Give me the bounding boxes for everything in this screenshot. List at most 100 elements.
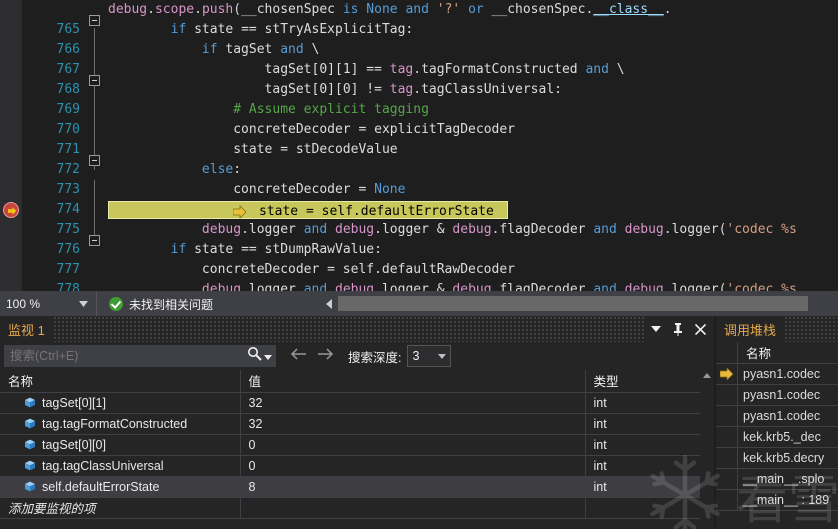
watch-name-cell[interactable]: tag.tagClassUniversal (0, 455, 241, 477)
breakpoint-icon[interactable] (3, 202, 19, 218)
table-row[interactable]: tag.tagFormatConstructed 32 int (0, 413, 715, 435)
line-text: debug.logger and debug.logger & debug.fl… (201, 282, 797, 291)
titlebar-drag-dots[interactable] (784, 316, 838, 342)
watch-add-row[interactable]: 添加要监视的项 (0, 497, 715, 519)
code-line[interactable]: 766 if state == stTryAsExplicitTag: (0, 20, 838, 57)
watch-table-header-row: 名称 值 类型 (0, 370, 715, 393)
search-input[interactable] (4, 349, 247, 363)
watch-value-cell[interactable]: 32 (240, 392, 586, 414)
zoom-level[interactable]: 100 % (0, 297, 70, 311)
watch-vertical-scrollbar[interactable] (700, 368, 714, 529)
call-stack-titlebar[interactable]: 调用堆栈 (716, 316, 838, 342)
watch-add-value-cell[interactable] (240, 497, 586, 519)
call-stack-row[interactable]: pyasn1.codec (716, 363, 838, 385)
code-line[interactable]: 767 if tagSet and \ (0, 40, 838, 77)
zoom-dropdown-button[interactable] (70, 292, 96, 317)
watch-item-icon (25, 439, 35, 450)
check-circle-icon (109, 297, 123, 311)
search-next-button[interactable] (317, 347, 334, 365)
watch-item-icon (25, 481, 35, 492)
call-stack-col-name[interactable]: 名称 (738, 343, 771, 362)
call-stack-row[interactable]: __main__.splo (716, 468, 838, 490)
watch-panel-buttons (646, 319, 714, 339)
search-depth-value: 3 (412, 349, 420, 363)
call-stack-title: 调用堆栈 (724, 322, 777, 338)
line-text: if tagSet and \ (201, 42, 320, 57)
line-text: state = self.defaultErrorState (259, 204, 494, 219)
line-text: debug.logger and debug.logger & debug.fl… (201, 222, 797, 237)
watch-value-cell[interactable]: 8 (240, 476, 586, 498)
code-line-current[interactable]: 775 state = self.defaultErrorState (0, 200, 838, 237)
line-text: if state == stDumpRawValue: (170, 242, 382, 257)
code-line[interactable]: 777 if state == stDumpRawValue: (0, 240, 838, 277)
watch-col-type[interactable]: 类型 (585, 370, 715, 393)
watch-name-text: tagSet[0][0] (42, 437, 106, 452)
watch-close-button[interactable] (690, 319, 710, 339)
scroll-up-button[interactable] (700, 368, 714, 382)
call-stack-row[interactable]: kek.krb5._dec (716, 426, 838, 448)
watch-name-cell[interactable]: tag.tagFormatConstructed (0, 413, 241, 435)
code-line[interactable]: 765 debug.scope.push(__chosenSpec is Non… (0, 0, 838, 37)
chevron-down-icon (651, 326, 661, 332)
search-depth-label: 搜索深度: (348, 350, 402, 365)
watch-panel-title: 监视 1 (8, 322, 45, 338)
code-editor[interactable]: 765 debug.scope.push(__chosenSpec is Non… (0, 0, 838, 291)
code-line[interactable]: 774 concreteDecoder = None (0, 180, 838, 217)
search-input-wrapper[interactable] (4, 345, 276, 367)
call-stack-frame-text: kek.krb5.decry (743, 451, 825, 465)
watch-col-value[interactable]: 值 (240, 370, 586, 393)
search-options-button[interactable] (264, 347, 272, 365)
search-button[interactable] (247, 346, 262, 366)
line-text: state = stDecodeValue (233, 142, 398, 157)
watch-col-name[interactable]: 名称 (0, 370, 241, 393)
call-stack-frame-marker (716, 489, 738, 511)
call-stack-row[interactable]: kek.krb5.decry (716, 447, 838, 469)
code-line[interactable]: 769 tagSet[0][0] != tag.tagClassUniversa… (0, 80, 838, 117)
breakpoint-current-arrow-icon (8, 207, 17, 215)
watch-name-cell[interactable]: tagSet[0][0] (0, 434, 241, 456)
code-line[interactable]: 776 debug.logger and debug.logger & debu… (0, 220, 838, 257)
code-line[interactable]: 768 tagSet[0][1] == tag.tagFormatConstru… (0, 60, 838, 97)
watch-dropdown-button[interactable] (646, 319, 666, 339)
line-text: concreteDecoder = None (233, 182, 406, 197)
watch-value-cell[interactable]: 0 (240, 434, 586, 456)
editor-horizontal-scrollbar[interactable] (320, 295, 830, 312)
table-row[interactable]: tag.tagClassUniversal 0 int (0, 455, 715, 477)
scroll-thumb[interactable] (338, 296, 808, 311)
watch-type-cell: int (585, 455, 715, 477)
titlebar-drag-dots[interactable] (52, 316, 646, 342)
watch-panel-titlebar[interactable]: 监视 1 (0, 316, 714, 342)
watch-add-placeholder[interactable]: 添加要监视的项 (0, 497, 241, 519)
watch-type-cell: int (585, 434, 715, 456)
watch-pin-button[interactable] (668, 319, 688, 339)
call-stack-row[interactable]: __main__ : 189 (716, 489, 838, 511)
scroll-left-button[interactable] (320, 295, 337, 312)
table-row[interactable]: tagSet[0][1] 32 int (0, 392, 715, 414)
code-line[interactable]: 771 concreteDecoder = explicitTagDecoder (0, 120, 838, 157)
code-line[interactable]: 770 # Assume explicit tagging (0, 100, 838, 137)
watch-name-cell[interactable]: self.defaultErrorState (0, 476, 241, 498)
code-line[interactable]: 773 else: (0, 160, 838, 197)
call-stack-frame-text: kek.krb5._dec (743, 430, 821, 444)
code-line[interactable]: 779 debug.logger and debug.logger & debu… (0, 280, 838, 291)
table-row[interactable]: tagSet[0][0] 0 int (0, 434, 715, 456)
line-text: # Assume explicit tagging (233, 102, 429, 117)
call-stack-frame-text: __main__.splo (743, 472, 825, 486)
watch-value-cell[interactable]: 0 (240, 455, 586, 477)
code-line[interactable]: 778 concreteDecoder = self.defaultRawDec… (0, 260, 838, 291)
code-line[interactable]: 772 state = stDecodeValue (0, 140, 838, 177)
watch-type-cell: int (585, 392, 715, 414)
call-stack-row[interactable]: pyasn1.codec (716, 384, 838, 406)
watch-name-cell[interactable]: tagSet[0][1] (0, 392, 241, 414)
call-stack-frame-text: pyasn1.codec (743, 367, 821, 381)
watch-value-cell[interactable]: 32 (240, 413, 586, 435)
line-text: concreteDecoder = self.defaultRawDecoder (201, 262, 515, 277)
current-frame-arrow-icon (719, 368, 733, 380)
status-message-group: 未找到相关问题 (97, 296, 213, 313)
table-row[interactable]: self.defaultErrorState 8 int (0, 476, 715, 498)
search-depth-selector[interactable]: 3 (407, 345, 452, 367)
search-prev-button[interactable] (290, 347, 307, 365)
call-stack-row[interactable]: pyasn1.codec (716, 405, 838, 427)
debug-panels: 监视 1 搜索(Ctrl+E) 搜索深度: 3 名称 值 类型 tagSet[0… (0, 316, 838, 529)
call-stack-frame-text: __main__ : 189 (743, 493, 830, 507)
